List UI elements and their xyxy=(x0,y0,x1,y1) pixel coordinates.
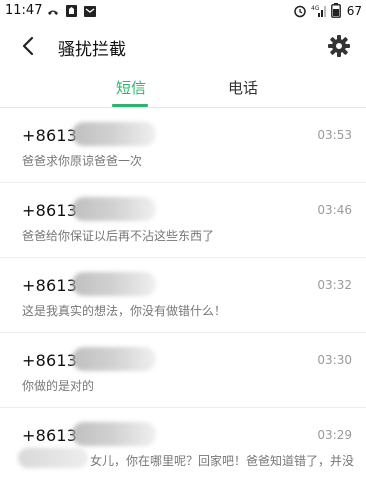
settings-button[interactable] xyxy=(326,33,352,59)
redacted-number-mask xyxy=(72,422,156,446)
message-time: 03:30 xyxy=(317,353,352,367)
redacted-number-mask xyxy=(72,122,156,146)
notification-icon xyxy=(65,4,78,18)
message-time: 03:32 xyxy=(317,278,352,292)
message-time: 03:53 xyxy=(317,128,352,142)
message-item[interactable]: +8613 03:30 你做的是对的 xyxy=(0,333,366,408)
message-preview: 这是我真实的想法，你没有做错什么！ xyxy=(22,304,227,318)
back-button[interactable] xyxy=(14,32,42,60)
status-time: 11:47 xyxy=(5,3,43,18)
tab-bar: 短信 电话 xyxy=(0,68,366,108)
tab-sms[interactable]: 短信 xyxy=(116,77,146,98)
message-icon xyxy=(83,5,97,18)
gear-icon xyxy=(328,35,350,57)
battery-percent: 67 xyxy=(346,3,362,18)
message-time: 03:29 xyxy=(317,428,352,442)
svg-text:4G: 4G xyxy=(311,5,320,12)
message-time: 03:46 xyxy=(317,203,352,217)
signal-icon: 4G xyxy=(311,4,327,18)
status-bar: 11:47 4G 67 xyxy=(0,0,366,24)
redacted-number-mask xyxy=(72,347,156,371)
status-right-icons: 4G 67 xyxy=(293,3,362,18)
message-preview: 爸爸给你保证以后再不沾这些东西了 xyxy=(22,229,215,243)
missed-call-icon xyxy=(46,4,60,18)
tab-calls[interactable]: 电话 xyxy=(228,77,258,98)
message-item[interactable]: +8613 03:32 这是我真实的想法，你没有做错什么！ xyxy=(0,258,366,333)
status-left-icons xyxy=(46,4,97,18)
message-item[interactable]: +8613 03:46 爸爸给你保证以后再不沾这些东西了 xyxy=(0,183,366,258)
message-sender: +8613 xyxy=(22,126,78,145)
message-preview: 你做的是对的 xyxy=(22,379,95,393)
message-preview: 爸爸求你原谅爸爸一次 xyxy=(22,154,143,168)
active-tab-indicator xyxy=(112,104,148,107)
message-sender: +8613 xyxy=(22,276,78,295)
chevron-left-icon xyxy=(22,36,34,56)
message-preview: 女儿，你在哪里呢？回家吧！爸爸知道错了，并没 xyxy=(90,454,355,468)
message-item[interactable]: +8613 03:29 女儿，你在哪里呢？回家吧！爸爸知道错了，并没 xyxy=(0,408,366,483)
message-item[interactable]: +8613 03:53 爸爸求你原谅爸爸一次 xyxy=(0,108,366,183)
alarm-icon xyxy=(293,4,307,18)
redacted-number-mask xyxy=(72,272,156,296)
message-list: +8613 03:53 爸爸求你原谅爸爸一次 +8613 03:46 爸爸给你保… xyxy=(0,108,366,483)
message-sender: +8613 xyxy=(22,426,78,445)
redacted-preview-mask xyxy=(18,448,88,468)
app-header: 骚扰拦截 xyxy=(0,24,366,68)
page-title: 骚扰拦截 xyxy=(58,40,126,60)
battery-icon xyxy=(330,3,341,18)
redacted-number-mask xyxy=(72,197,156,221)
message-sender: +8613 xyxy=(22,351,78,370)
message-sender: +8613 xyxy=(22,201,78,220)
